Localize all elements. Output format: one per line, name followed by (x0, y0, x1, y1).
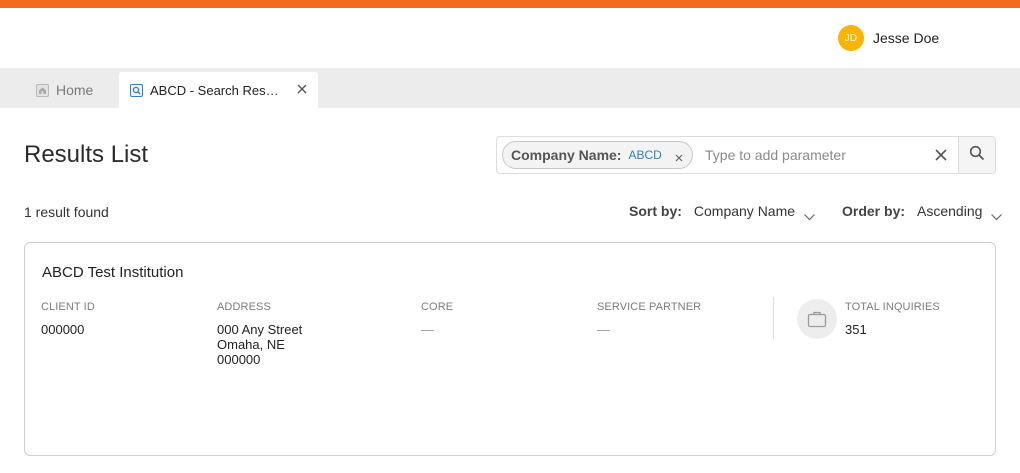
address-line-1: 000 Any Street (217, 322, 303, 337)
order-by-control: Order by: Ascending (842, 203, 1003, 220)
divider (773, 297, 774, 339)
search-icon (969, 145, 985, 166)
sort-by-dropdown[interactable]: Company Name (693, 203, 815, 220)
page-title: Results List (24, 141, 149, 168)
filter-chip: Company Name: ABCD (502, 141, 693, 169)
service-partner-label: SERVICE PARTNER (597, 301, 702, 313)
home-icon (36, 83, 49, 97)
tab-home-label: Home (56, 82, 94, 98)
tab-bar: Home ABCD - Search Results (0, 68, 1020, 108)
core-value: — (421, 322, 434, 337)
address-label: ADDRESS (217, 301, 271, 313)
order-by-label: Order by: (842, 203, 906, 219)
search-page-icon (130, 83, 143, 97)
order-by-value: Ascending (917, 203, 983, 219)
address-field: ADDRESS 000 Any Street Omaha, NE 000000 (217, 301, 302, 367)
filter-chip-key: Company Name: (511, 147, 622, 163)
client-id-label: CLIENT ID (41, 301, 95, 313)
filter-chip-value: ABCD (628, 148, 662, 162)
tab-home[interactable]: Home (26, 72, 116, 108)
user-menu[interactable]: JD Jesse Doe (838, 25, 939, 51)
accent-bar (0, 0, 1020, 8)
top-header: JD Jesse Doe (0, 8, 1020, 68)
client-id-value: 000000 (41, 322, 85, 337)
result-card[interactable]: ABCD Test Institution CLIENT ID 000000 A… (24, 242, 996, 456)
address-line-3: 000000 (217, 352, 261, 367)
chevron-down-icon (991, 208, 1003, 220)
service-partner-field: SERVICE PARTNER — (597, 301, 701, 337)
tab-search-results-label: ABCD - Search Results (150, 82, 285, 98)
sort-by-value: Company Name (693, 203, 796, 219)
total-inquiries-field: TOTAL INQUIRIES 351 (845, 301, 940, 337)
result-count: 1 result found (24, 204, 109, 220)
total-inquiries-label: TOTAL INQUIRIES (845, 301, 940, 313)
sort-by-control: Sort by: Company Name (629, 203, 815, 220)
client-id-field: CLIENT ID 000000 (41, 301, 95, 337)
service-partner-value: — (597, 322, 610, 337)
result-card-title[interactable]: ABCD Test Institution (42, 264, 183, 281)
core-label: CORE (421, 301, 454, 313)
total-inquiries-value: 351 (845, 322, 867, 337)
clear-search-icon[interactable] (934, 148, 948, 162)
core-field: CORE — (421, 301, 453, 337)
briefcase-icon (797, 299, 837, 339)
order-by-dropdown[interactable]: Ascending (917, 203, 1003, 220)
search-bar: Company Name: ABCD (496, 136, 996, 174)
search-input[interactable] (705, 143, 920, 167)
avatar[interactable]: JD (838, 25, 864, 51)
remove-chip-icon[interactable] (674, 150, 684, 162)
tab-search-results[interactable]: ABCD - Search Results (119, 72, 318, 108)
sort-by-label: Sort by: (629, 203, 682, 219)
address-line-2: Omaha, NE (217, 337, 285, 352)
close-tab-icon[interactable] (295, 82, 309, 96)
user-name[interactable]: Jesse Doe (873, 30, 939, 46)
chevron-down-icon (804, 208, 815, 220)
address-value: 000 Any Street Omaha, NE 000000 (217, 322, 302, 367)
search-button[interactable] (958, 137, 995, 173)
